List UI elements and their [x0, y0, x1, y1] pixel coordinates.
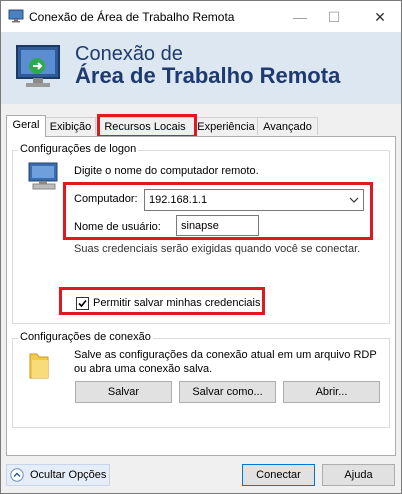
tab-recursos-locais[interactable]: Recursos Locais	[95, 117, 195, 135]
hide-options-toggle[interactable]: Ocultar Opções	[6, 464, 110, 486]
remote-desktop-window: Conexão de Área de Trabalho Remota — ☐ ✕…	[0, 0, 402, 494]
logon-settings-legend: Configurações de logon	[18, 143, 139, 155]
save-button[interactable]: Salvar	[75, 381, 172, 403]
tab-panel-geral: Configurações de logon Digite o nome do …	[6, 136, 396, 456]
tab-avancado[interactable]: Avançado	[257, 117, 318, 135]
window-title: Conexão de Área de Trabalho Remota	[29, 10, 235, 24]
connection-desc-line2: ou abra uma conexão salva.	[74, 363, 213, 375]
banner-title-line2: Área de Trabalho Remota	[75, 63, 341, 88]
chevron-down-icon[interactable]	[349, 190, 359, 218]
header-banner: Conexão de Área de Trabalho Remota	[1, 32, 401, 104]
computer-hint-text: Digite o nome do computador remoto.	[74, 165, 259, 177]
credentials-note: Suas credenciais serão exigidas quando v…	[74, 243, 361, 255]
computer-combobox[interactable]: 192.168.1.1	[144, 189, 364, 211]
minimize-button[interactable]: —	[288, 7, 312, 27]
save-credentials-label[interactable]: Permitir salvar minhas credenciais	[93, 297, 261, 309]
computer-icon	[27, 161, 61, 194]
help-button[interactable]: Ajuda	[322, 464, 395, 486]
close-button[interactable]: ✕	[368, 7, 392, 27]
connection-desc-line1: Salve as configurações da conexão atual …	[74, 349, 377, 361]
tab-experiencia[interactable]: Experiência	[194, 117, 258, 135]
username-input[interactable]: sinapse	[176, 215, 259, 236]
remote-desktop-app-icon	[8, 9, 24, 26]
save-as-button[interactable]: Salvar como...	[179, 381, 276, 403]
title-bar[interactable]: Conexão de Área de Trabalho Remota — ☐ ✕	[1, 1, 401, 32]
username-label: Nome de usuário:	[74, 221, 161, 233]
tab-exibicao[interactable]: Exibição	[45, 117, 96, 135]
computer-label: Computador:	[74, 193, 138, 205]
connection-settings-legend: Configurações de conexão	[18, 331, 153, 343]
remote-monitor-icon	[13, 42, 65, 97]
maximize-button[interactable]: ☐	[322, 7, 346, 27]
folder-icon	[27, 350, 51, 383]
username-value: sinapse	[181, 220, 219, 232]
open-button[interactable]: Abrir...	[283, 381, 380, 403]
hide-options-label: Ocultar Opções	[30, 469, 107, 481]
computer-value: 192.168.1.1	[149, 194, 208, 206]
chevron-up-icon	[10, 468, 24, 485]
save-credentials-checkbox[interactable]	[76, 297, 89, 310]
tab-geral[interactable]: Geral	[6, 115, 46, 137]
connect-button[interactable]: Conectar	[242, 464, 315, 486]
